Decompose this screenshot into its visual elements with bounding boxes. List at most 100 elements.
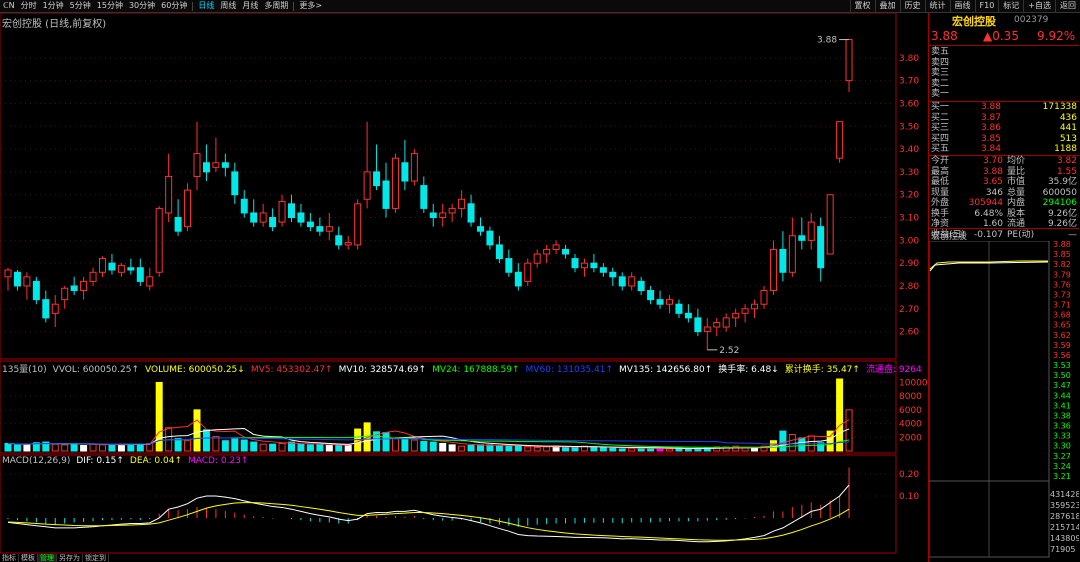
stat-row: 最低 3.65 市值 35.9亿	[929, 177, 1079, 188]
candle-body	[89, 271, 97, 282]
volume-bar	[562, 447, 570, 452]
indicator-tab[interactable]: 模板	[19, 554, 38, 562]
candle-body	[316, 226, 324, 232]
toolbar-button[interactable]: 返回	[1055, 0, 1080, 12]
candle-body	[221, 162, 229, 168]
bid-price: 3.84	[980, 144, 1001, 154]
candle-body	[514, 271, 522, 287]
stock-name-bar: 宏创控股 002379	[930, 13, 1080, 28]
volume-tick-label: 10000	[899, 378, 928, 388]
mini-price-label: 3.56	[1053, 351, 1071, 360]
stock-code: 002379	[1014, 15, 1049, 25]
indicator-tab[interactable]: 另存为	[57, 554, 83, 562]
macd-indicator-line: MACD(12,26,9) DIF: 0.15↑ DEA: 0.04↑ MACD: 0…	[2, 456, 254, 466]
stat-label: 均价	[1007, 156, 1026, 166]
candle-body	[505, 258, 513, 273]
price-tick-label: 3.70	[899, 77, 919, 87]
period-tab[interactable]: 多周期	[261, 0, 291, 12]
volume-bar	[599, 447, 607, 452]
bid-label: 买一	[931, 102, 950, 112]
volume-bar	[533, 447, 541, 452]
low-price-label: 2.52	[719, 346, 739, 356]
mini-price-label: 3.73	[1053, 290, 1071, 299]
candle-body	[231, 171, 239, 196]
volume-bar	[751, 447, 759, 452]
macd-tick-label: 0.20	[899, 470, 919, 480]
candle-body	[146, 276, 154, 287]
kline-chart[interactable]: 3.80 3.70 3.60 3.50 3.40 3.30 3.20 3.10 3.00 2.90…	[0, 13, 928, 554]
toolbar-button[interactable]: +自选	[1023, 0, 1055, 12]
toolbar-separator	[192, 1, 194, 11]
volume-bar	[656, 448, 664, 452]
period-tab[interactable]: 15分钟	[94, 0, 126, 12]
toolbar-icon[interactable]: ℂN	[0, 0, 18, 12]
candle-body	[193, 153, 201, 177]
period-tab[interactable]: 更多>	[296, 0, 325, 12]
candle-body	[13, 271, 21, 287]
indicator-tab[interactable]: 锁定到	[83, 554, 109, 562]
stat-value: 6.48%	[974, 208, 1003, 219]
macd-panel	[0, 454, 897, 554]
candle-body	[618, 276, 626, 287]
period-tab[interactable]: 60分钟	[158, 0, 190, 12]
stat-label: PE(动)	[1007, 229, 1035, 240]
volume-bar	[51, 443, 59, 452]
candle-body	[590, 262, 598, 269]
candle-body	[410, 153, 418, 182]
volume-bar	[779, 430, 787, 452]
stat-value: 3.82	[1056, 156, 1077, 166]
mini-price-label: 3.59	[1053, 341, 1071, 350]
price-tick-label: 2.90	[899, 259, 919, 269]
toolbar-button[interactable]: 标记	[998, 0, 1023, 12]
volume-bar	[89, 443, 97, 452]
candle-body	[599, 267, 607, 273]
intraday-mini-chart[interactable]: 3.883.853.823.793.763.73 3.713.683.653.62…	[929, 241, 1079, 561]
toolbar-button[interactable]: 置权	[849, 0, 875, 12]
volume-bar	[221, 440, 229, 452]
toolbar-button[interactable]: 叠加	[874, 0, 900, 12]
toolbar-button[interactable]: 统计	[924, 0, 950, 12]
ask-row: 卖五	[929, 47, 1079, 58]
bid-label: 买四	[931, 133, 950, 144]
quote-header: 3.88 ▲0.35 9.92%	[929, 29, 1079, 45]
period-tab[interactable]: 周线	[217, 0, 239, 12]
indicator-tab[interactable]: 指标	[0, 554, 19, 562]
price-tick-label: 3.80	[899, 54, 919, 64]
volume-bar	[335, 444, 343, 452]
stock-name: 宏创控股	[952, 15, 996, 28]
price-tick-label: 2.60	[899, 328, 919, 338]
candle-body	[684, 312, 692, 319]
toolbar-button[interactable]: 画线	[949, 0, 975, 12]
period-tab[interactable]: 分时	[18, 0, 40, 12]
candle-body	[477, 226, 484, 232]
volume-bar	[184, 440, 192, 452]
period-tab[interactable]: 1分钟	[40, 0, 67, 12]
indicator-value: MV5: 453302.47↑	[250, 365, 333, 375]
price-panel	[0, 13, 897, 360]
mini-volume-label: 359523	[1050, 501, 1079, 510]
period-tab[interactable]: 日线	[195, 0, 217, 12]
macd-tick-label: 0.10	[899, 492, 919, 502]
mini-price-label: 3.88	[1053, 241, 1071, 249]
mini-price-label: 3.53	[1053, 361, 1071, 370]
volume-bar	[684, 448, 692, 452]
candle-body	[807, 221, 815, 241]
volume-bar	[174, 438, 182, 452]
indicator-tab[interactable]: 管理	[38, 554, 57, 562]
mini-price-label: 3.38	[1053, 411, 1071, 420]
toolbar-button[interactable]: 历史	[899, 0, 925, 12]
stat-value: 305944	[968, 198, 1003, 208]
volume-bar	[193, 409, 201, 452]
volume-bar	[61, 444, 69, 452]
stat-label: 总量	[1007, 187, 1026, 198]
toolbar-button[interactable]: F10	[974, 0, 999, 12]
candle-body	[117, 264, 125, 273]
period-tab[interactable]: 30分钟	[126, 0, 158, 12]
period-tab[interactable]: 月线	[239, 0, 261, 12]
candle-body	[4, 269, 12, 278]
volume-bar	[316, 444, 324, 452]
stat-label: 今开	[931, 156, 950, 166]
volume-bar	[836, 378, 844, 452]
candle-body	[240, 198, 248, 214]
period-tab[interactable]: 5分钟	[67, 0, 94, 12]
